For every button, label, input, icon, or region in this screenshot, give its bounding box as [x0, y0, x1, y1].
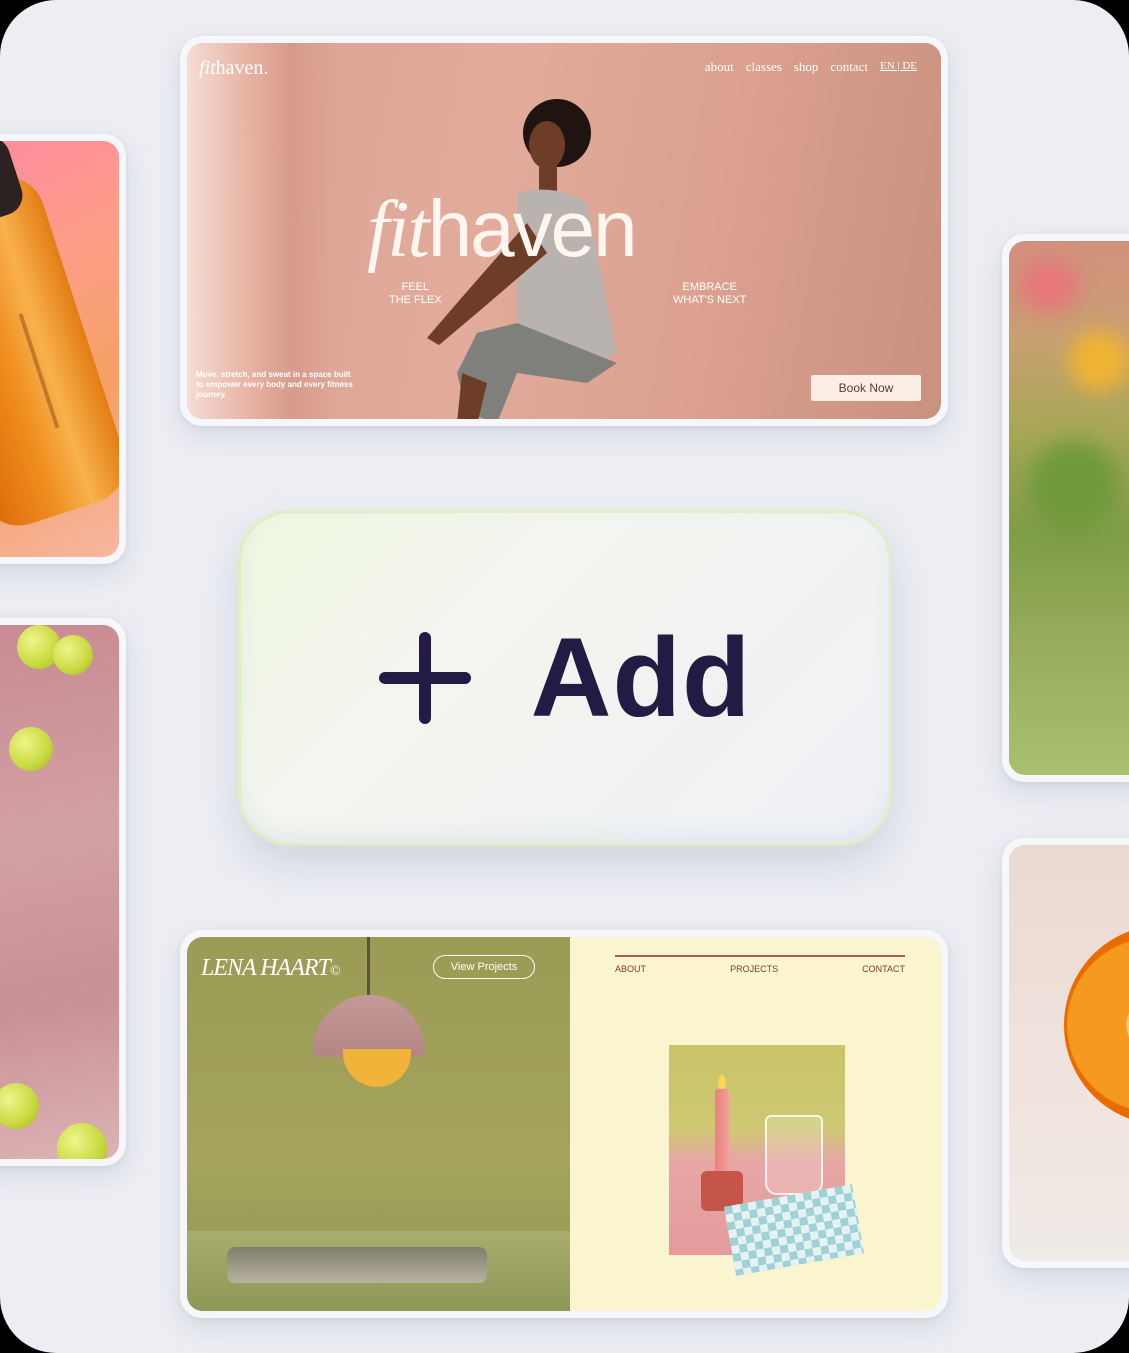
template-card-tennis[interactable]	[0, 618, 126, 1166]
nav-shop[interactable]: shop	[794, 59, 819, 75]
sink	[227, 1247, 487, 1283]
nav-divider	[615, 955, 905, 957]
lena-preview: LENA HAART© View Projects ABOUT PROJECTS…	[187, 937, 941, 1311]
orange-slice	[1064, 925, 1129, 1125]
lena-haart-logo[interactable]: LENA HAART©	[201, 955, 341, 982]
fithaven-nav: about classes shop contact EN | DE	[705, 59, 917, 75]
book-now-button[interactable]: Book Now	[811, 375, 921, 401]
tennis-ball	[0, 1083, 39, 1129]
pendant-lamp	[313, 995, 425, 1057]
plus-icon	[378, 632, 471, 724]
tagline-embrace-whats-next: EMBRACE WHAT'S NEXT	[673, 281, 747, 306]
fithaven-hero-title: fithaven	[367, 184, 638, 274]
candle-photo	[669, 1045, 865, 1276]
kitchen-image	[187, 937, 570, 1311]
lena-nav: ABOUT PROJECTS CONTACT	[615, 964, 905, 974]
bottle-image	[0, 141, 119, 557]
showcase-canvas: fithaven. about classes shop contact EN …	[0, 0, 1129, 1353]
glass	[765, 1115, 823, 1195]
nav-contact[interactable]: CONTACT	[862, 964, 905, 974]
flame	[718, 1075, 726, 1089]
nav-contact[interactable]: contact	[830, 59, 868, 75]
fithaven-logo[interactable]: fithaven.	[199, 57, 268, 80]
checkered-cloth	[723, 1184, 865, 1276]
tennis-ball	[57, 1123, 107, 1159]
candle	[715, 1089, 729, 1179]
add-label: Add	[530, 615, 752, 740]
nav-projects[interactable]: PROJECTS	[730, 964, 778, 974]
fithaven-description: Move, stretch, and sweat in a space buil…	[196, 370, 353, 399]
view-projects-button[interactable]: View Projects	[433, 955, 535, 979]
template-card-citrus[interactable]	[1002, 838, 1129, 1268]
template-card-garden[interactable]	[1002, 234, 1129, 782]
tennis-ball	[9, 727, 53, 771]
language-switch[interactable]: EN | DE	[880, 59, 917, 75]
tennis-ball	[53, 635, 93, 675]
nav-classes[interactable]: classes	[746, 59, 782, 75]
fithaven-preview: fithaven. about classes shop contact EN …	[187, 43, 941, 419]
curtain-decoration	[187, 43, 337, 419]
citrus-image	[1009, 845, 1129, 1261]
tennis-image	[0, 625, 119, 1159]
template-card-lena-haart[interactable]: LENA HAART© View Projects ABOUT PROJECTS…	[180, 930, 948, 1318]
tagline-feel-the-flex: FEEL THE FLEX	[389, 281, 442, 306]
nav-about[interactable]: ABOUT	[615, 964, 646, 974]
nav-about[interactable]: about	[705, 59, 734, 75]
template-card-fithaven[interactable]: fithaven. about classes shop contact EN …	[180, 36, 948, 426]
garden-image	[1009, 241, 1129, 775]
template-card-bottle[interactable]	[0, 134, 126, 564]
add-template-button[interactable]: Add	[238, 510, 892, 846]
